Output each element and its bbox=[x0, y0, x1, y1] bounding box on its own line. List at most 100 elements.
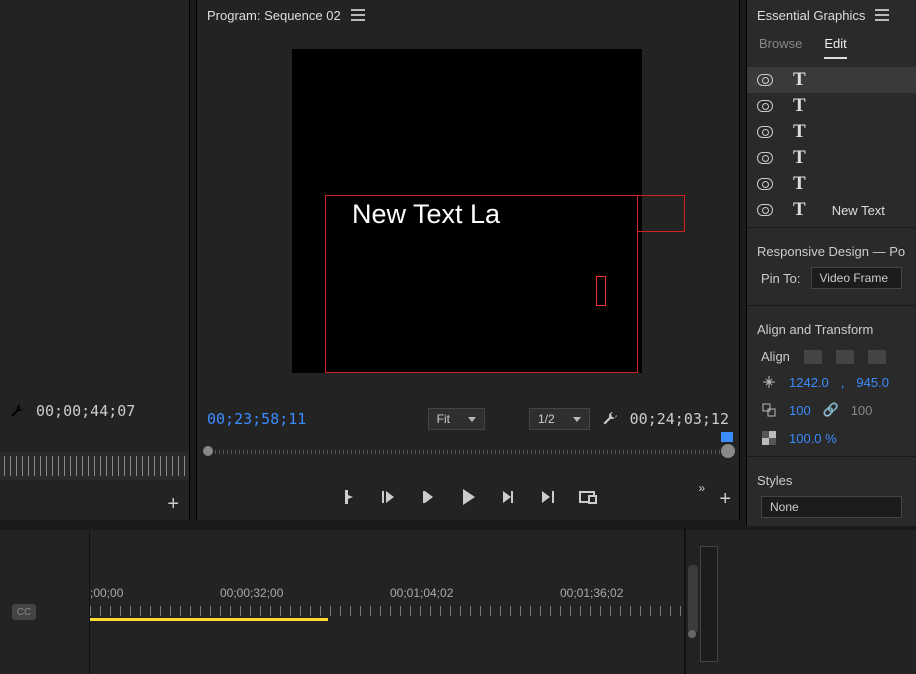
layer-row[interactable]: T bbox=[747, 145, 916, 171]
position-x[interactable]: 1242.0 bbox=[789, 375, 829, 390]
align-row: Align bbox=[747, 345, 916, 368]
chevron-down-icon bbox=[573, 417, 581, 422]
resolution-label: 1/2 bbox=[538, 412, 555, 426]
scrub-handle-left[interactable] bbox=[203, 446, 213, 456]
timeline-panel: CC ;00;00 00;00;32;00 00;01;04;02 00;01;… bbox=[0, 526, 684, 674]
text-layer-icon: T bbox=[793, 199, 806, 221]
eg-title: Essential Graphics bbox=[757, 8, 865, 23]
text-bounding-box-overflow[interactable] bbox=[638, 195, 685, 232]
layer-row[interactable]: T bbox=[747, 93, 916, 119]
eg-header: Essential Graphics bbox=[747, 0, 916, 30]
program-header: Program: Sequence 02 bbox=[197, 0, 739, 30]
position-sep: , bbox=[841, 375, 845, 390]
step-back-icon[interactable] bbox=[419, 488, 437, 506]
program-monitor-panel: Program: Sequence 02 New Text La 00;23;5… bbox=[196, 0, 740, 520]
align-transform-title: Align and Transform bbox=[747, 310, 916, 345]
plus-icon[interactable]: + bbox=[167, 493, 179, 515]
layer-row[interactable]: T bbox=[747, 171, 916, 197]
program-duration-timecode[interactable]: 00;24;03;12 bbox=[630, 410, 729, 428]
mark-in-icon[interactable] bbox=[339, 488, 357, 506]
program-canvas[interactable]: New Text La bbox=[292, 49, 642, 373]
panel-menu-icon[interactable] bbox=[875, 9, 889, 21]
program-scrub-bar[interactable] bbox=[207, 440, 729, 464]
source-add-button-row: + bbox=[167, 493, 179, 516]
program-title: Program: Sequence 02 bbox=[207, 8, 341, 23]
align-right-icon[interactable] bbox=[868, 350, 886, 364]
more-controls-icon[interactable]: » bbox=[698, 481, 705, 495]
add-button-icon[interactable]: + bbox=[719, 488, 731, 511]
wrench-icon[interactable] bbox=[10, 403, 26, 419]
tab-edit[interactable]: Edit bbox=[824, 36, 846, 59]
ruler-ticks bbox=[90, 606, 684, 616]
pin-to-row: Pin To: Video Frame bbox=[747, 267, 916, 301]
resolution-dropdown[interactable]: 1/2 bbox=[529, 408, 590, 430]
pin-to-dropdown[interactable]: Video Frame bbox=[811, 267, 902, 289]
source-monitor-panel: 00;00;44;07 + bbox=[0, 0, 190, 520]
text-layer-icon: T bbox=[793, 95, 806, 117]
layer-row[interactable]: T bbox=[747, 67, 916, 93]
ruler-tick-label: ;00;00 bbox=[90, 586, 123, 600]
vertical-scrollbar-thumb[interactable] bbox=[688, 565, 698, 633]
go-to-in-icon[interactable] bbox=[379, 488, 397, 506]
source-scrub-bar[interactable] bbox=[0, 452, 189, 480]
opacity-row: 100.0 % bbox=[747, 424, 916, 452]
audio-meter bbox=[700, 546, 718, 662]
go-to-out-icon[interactable] bbox=[539, 488, 557, 506]
panel-menu-icon[interactable] bbox=[351, 9, 365, 21]
opacity-icon bbox=[761, 430, 777, 446]
styles-title: Styles bbox=[747, 461, 916, 496]
layer-list: T T T T T T New Text bbox=[747, 67, 916, 223]
export-frame-icon[interactable] bbox=[579, 488, 597, 506]
scale-h[interactable]: 100 bbox=[851, 403, 873, 418]
visibility-icon[interactable] bbox=[757, 204, 773, 216]
align-left-icon[interactable] bbox=[804, 350, 822, 364]
visibility-icon[interactable] bbox=[757, 74, 773, 86]
wrench-icon[interactable] bbox=[602, 411, 618, 427]
ruler-tick-label: 00;01;36;02 bbox=[560, 586, 623, 600]
playhead-marker-icon[interactable] bbox=[721, 432, 733, 442]
visibility-icon[interactable] bbox=[757, 178, 773, 190]
styles-row: None bbox=[747, 496, 916, 530]
ruler-tick-label: 00;01;04;02 bbox=[390, 586, 453, 600]
text-layer-icon: T bbox=[793, 173, 806, 195]
timeline-ruler[interactable]: ;00;00 00;00;32;00 00;01;04;02 00;01;36;… bbox=[90, 586, 684, 616]
scale-w[interactable]: 100 bbox=[789, 403, 811, 418]
visibility-icon[interactable] bbox=[757, 100, 773, 112]
layer-row[interactable]: T New Text bbox=[747, 197, 916, 223]
layer-row[interactable]: T bbox=[747, 119, 916, 145]
cc-badge[interactable]: CC bbox=[12, 604, 36, 620]
position-icon bbox=[761, 374, 777, 390]
program-timecode-row: 00;23;58;11 Fit 1/2 00;24;03;12 bbox=[197, 405, 739, 433]
text-cursor-indicator bbox=[596, 276, 606, 306]
opacity-value[interactable]: 100.0 % bbox=[789, 431, 837, 446]
text-layer-icon: T bbox=[793, 69, 806, 91]
text-layer-icon: T bbox=[793, 121, 806, 143]
visibility-icon[interactable] bbox=[757, 152, 773, 164]
align-label: Align bbox=[761, 349, 790, 364]
play-icon[interactable] bbox=[459, 488, 477, 506]
link-icon[interactable]: 🔗 bbox=[823, 402, 839, 418]
timeline-right-area bbox=[684, 526, 916, 674]
visibility-icon[interactable] bbox=[757, 126, 773, 138]
text-layer-content[interactable]: New Text La bbox=[352, 199, 500, 230]
source-timecode[interactable]: 00;00;44;07 bbox=[36, 402, 135, 420]
position-y[interactable]: 945.0 bbox=[856, 375, 889, 390]
tab-browse[interactable]: Browse bbox=[759, 36, 802, 59]
chevron-down-icon bbox=[468, 417, 476, 422]
scrub-track[interactable] bbox=[207, 450, 729, 454]
position-row: 1242.0 , 945.0 bbox=[747, 368, 916, 396]
vertical-scrollbar-handle[interactable] bbox=[688, 630, 696, 638]
zoom-dropdown[interactable]: Fit bbox=[428, 408, 485, 430]
pin-to-label: Pin To: bbox=[761, 271, 801, 286]
eg-tabs: Browse Edit bbox=[747, 30, 916, 59]
program-in-timecode[interactable]: 00;23;58;11 bbox=[207, 410, 306, 428]
work-area-bar[interactable] bbox=[90, 618, 328, 621]
source-timecode-row: 00;00;44;07 bbox=[10, 402, 135, 420]
step-forward-icon[interactable] bbox=[499, 488, 517, 506]
zoom-label: Fit bbox=[437, 412, 450, 426]
transport-controls bbox=[197, 480, 739, 514]
scrub-handle-right[interactable] bbox=[721, 444, 735, 458]
align-center-icon[interactable] bbox=[836, 350, 854, 364]
style-dropdown[interactable]: None bbox=[761, 496, 902, 518]
text-layer-icon: T bbox=[793, 147, 806, 169]
